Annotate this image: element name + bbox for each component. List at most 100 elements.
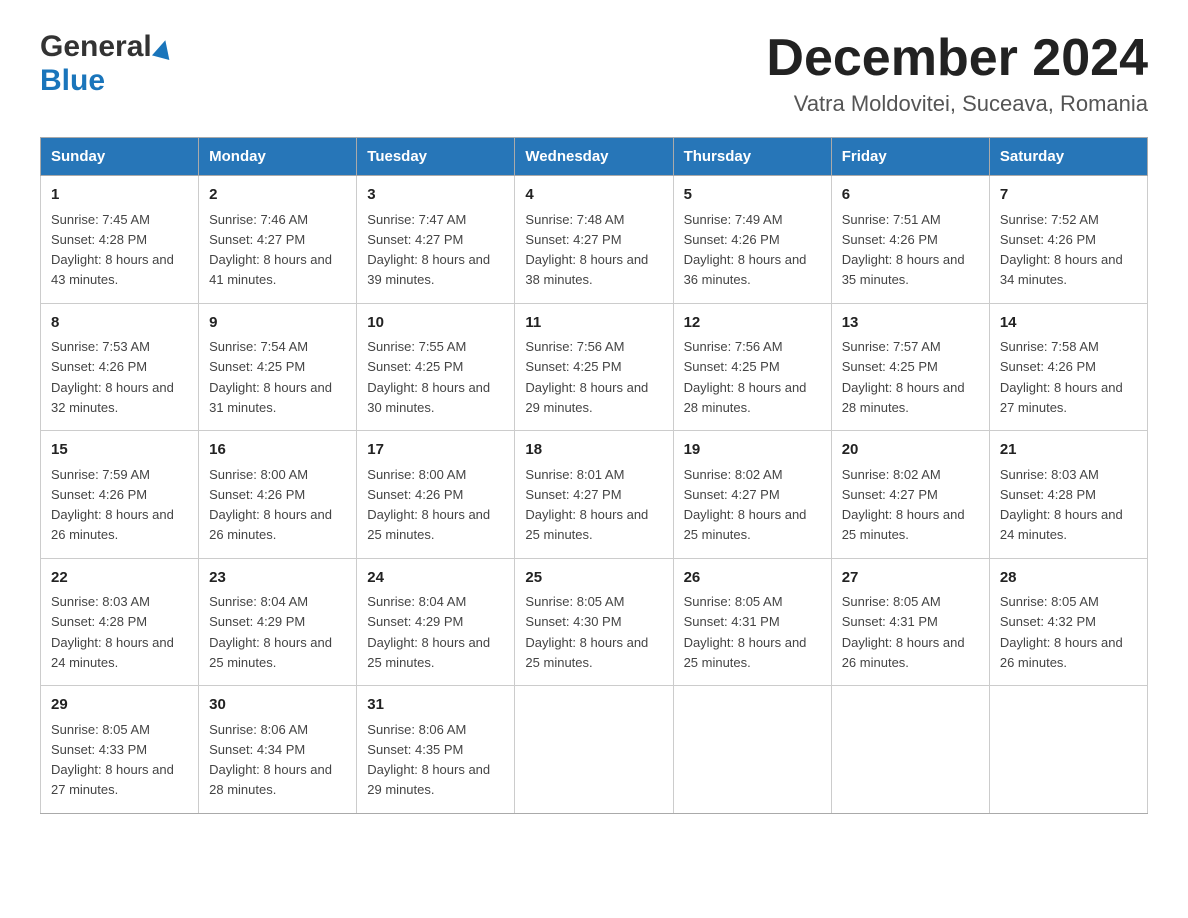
- day-info: Sunrise: 8:01 AMSunset: 4:27 PMDaylight:…: [525, 467, 648, 543]
- day-info: Sunrise: 7:53 AMSunset: 4:26 PMDaylight:…: [51, 339, 174, 415]
- logo: General Blue: [40, 30, 172, 98]
- day-number: 22: [51, 567, 188, 590]
- header-sunday: Sunday: [41, 138, 199, 176]
- table-row: 13 Sunrise: 7:57 AMSunset: 4:25 PMDaylig…: [831, 303, 989, 431]
- calendar-week-row: 8 Sunrise: 7:53 AMSunset: 4:26 PMDayligh…: [41, 303, 1148, 431]
- table-row: 4 Sunrise: 7:48 AMSunset: 4:27 PMDayligh…: [515, 176, 673, 304]
- day-info: Sunrise: 7:52 AMSunset: 4:26 PMDaylight:…: [1000, 212, 1123, 288]
- header-saturday: Saturday: [989, 138, 1147, 176]
- table-row: 1 Sunrise: 7:45 AMSunset: 4:28 PMDayligh…: [41, 176, 199, 304]
- day-info: Sunrise: 7:58 AMSunset: 4:26 PMDaylight:…: [1000, 339, 1123, 415]
- table-row: 15 Sunrise: 7:59 AMSunset: 4:26 PMDaylig…: [41, 431, 199, 559]
- day-info: Sunrise: 8:05 AMSunset: 4:31 PMDaylight:…: [842, 594, 965, 670]
- calendar-table: Sunday Monday Tuesday Wednesday Thursday…: [40, 137, 1148, 814]
- day-info: Sunrise: 8:00 AMSunset: 4:26 PMDaylight:…: [209, 467, 332, 543]
- table-row: 6 Sunrise: 7:51 AMSunset: 4:26 PMDayligh…: [831, 176, 989, 304]
- day-number: 15: [51, 439, 188, 462]
- day-info: Sunrise: 8:05 AMSunset: 4:32 PMDaylight:…: [1000, 594, 1123, 670]
- table-row: 19 Sunrise: 8:02 AMSunset: 4:27 PMDaylig…: [673, 431, 831, 559]
- logo-triangle-icon: [152, 38, 174, 60]
- table-row: 17 Sunrise: 8:00 AMSunset: 4:26 PMDaylig…: [357, 431, 515, 559]
- day-number: 12: [684, 312, 821, 335]
- calendar-week-row: 1 Sunrise: 7:45 AMSunset: 4:28 PMDayligh…: [41, 176, 1148, 304]
- table-row: 9 Sunrise: 7:54 AMSunset: 4:25 PMDayligh…: [199, 303, 357, 431]
- day-number: 1: [51, 184, 188, 207]
- calendar-week-row: 22 Sunrise: 8:03 AMSunset: 4:28 PMDaylig…: [41, 558, 1148, 686]
- title-section: December 2024 Vatra Moldovitei, Suceava,…: [766, 30, 1148, 117]
- day-number: 7: [1000, 184, 1137, 207]
- table-row: 23 Sunrise: 8:04 AMSunset: 4:29 PMDaylig…: [199, 558, 357, 686]
- day-number: 31: [367, 694, 504, 717]
- day-number: 13: [842, 312, 979, 335]
- table-row: 14 Sunrise: 7:58 AMSunset: 4:26 PMDaylig…: [989, 303, 1147, 431]
- day-number: 23: [209, 567, 346, 590]
- table-row: 31 Sunrise: 8:06 AMSunset: 4:35 PMDaylig…: [357, 686, 515, 814]
- table-row: 25 Sunrise: 8:05 AMSunset: 4:30 PMDaylig…: [515, 558, 673, 686]
- day-info: Sunrise: 8:03 AMSunset: 4:28 PMDaylight:…: [51, 594, 174, 670]
- day-number: 21: [1000, 439, 1137, 462]
- day-info: Sunrise: 8:04 AMSunset: 4:29 PMDaylight:…: [209, 594, 332, 670]
- day-info: Sunrise: 7:56 AMSunset: 4:25 PMDaylight:…: [525, 339, 648, 415]
- day-info: Sunrise: 7:54 AMSunset: 4:25 PMDaylight:…: [209, 339, 332, 415]
- day-info: Sunrise: 8:02 AMSunset: 4:27 PMDaylight:…: [842, 467, 965, 543]
- day-info: Sunrise: 7:55 AMSunset: 4:25 PMDaylight:…: [367, 339, 490, 415]
- day-number: 4: [525, 184, 662, 207]
- day-info: Sunrise: 7:46 AMSunset: 4:27 PMDaylight:…: [209, 212, 332, 288]
- calendar-header-row: Sunday Monday Tuesday Wednesday Thursday…: [41, 138, 1148, 176]
- day-info: Sunrise: 7:51 AMSunset: 4:26 PMDaylight:…: [842, 212, 965, 288]
- day-number: 20: [842, 439, 979, 462]
- table-row: 26 Sunrise: 8:05 AMSunset: 4:31 PMDaylig…: [673, 558, 831, 686]
- day-number: 19: [684, 439, 821, 462]
- table-row: 18 Sunrise: 8:01 AMSunset: 4:27 PMDaylig…: [515, 431, 673, 559]
- day-info: Sunrise: 8:06 AMSunset: 4:34 PMDaylight:…: [209, 722, 332, 798]
- day-number: 29: [51, 694, 188, 717]
- day-info: Sunrise: 7:45 AMSunset: 4:28 PMDaylight:…: [51, 212, 174, 288]
- table-row: 8 Sunrise: 7:53 AMSunset: 4:26 PMDayligh…: [41, 303, 199, 431]
- table-row: 7 Sunrise: 7:52 AMSunset: 4:26 PMDayligh…: [989, 176, 1147, 304]
- day-number: 17: [367, 439, 504, 462]
- table-row: 5 Sunrise: 7:49 AMSunset: 4:26 PMDayligh…: [673, 176, 831, 304]
- header-tuesday: Tuesday: [357, 138, 515, 176]
- day-number: 2: [209, 184, 346, 207]
- day-number: 25: [525, 567, 662, 590]
- day-info: Sunrise: 8:05 AMSunset: 4:31 PMDaylight:…: [684, 594, 807, 670]
- day-number: 18: [525, 439, 662, 462]
- day-info: Sunrise: 7:48 AMSunset: 4:27 PMDaylight:…: [525, 212, 648, 288]
- table-row: 21 Sunrise: 8:03 AMSunset: 4:28 PMDaylig…: [989, 431, 1147, 559]
- table-row: 3 Sunrise: 7:47 AMSunset: 4:27 PMDayligh…: [357, 176, 515, 304]
- table-row: 11 Sunrise: 7:56 AMSunset: 4:25 PMDaylig…: [515, 303, 673, 431]
- day-info: Sunrise: 8:05 AMSunset: 4:33 PMDaylight:…: [51, 722, 174, 798]
- day-info: Sunrise: 7:47 AMSunset: 4:27 PMDaylight:…: [367, 212, 490, 288]
- day-number: 11: [525, 312, 662, 335]
- table-row: 29 Sunrise: 8:05 AMSunset: 4:33 PMDaylig…: [41, 686, 199, 814]
- day-info: Sunrise: 7:59 AMSunset: 4:26 PMDaylight:…: [51, 467, 174, 543]
- table-row: 10 Sunrise: 7:55 AMSunset: 4:25 PMDaylig…: [357, 303, 515, 431]
- table-row: 28 Sunrise: 8:05 AMSunset: 4:32 PMDaylig…: [989, 558, 1147, 686]
- header-thursday: Thursday: [673, 138, 831, 176]
- day-info: Sunrise: 8:03 AMSunset: 4:28 PMDaylight:…: [1000, 467, 1123, 543]
- table-row: [673, 686, 831, 814]
- day-number: 16: [209, 439, 346, 462]
- table-row: 24 Sunrise: 8:04 AMSunset: 4:29 PMDaylig…: [357, 558, 515, 686]
- table-row: 30 Sunrise: 8:06 AMSunset: 4:34 PMDaylig…: [199, 686, 357, 814]
- day-number: 10: [367, 312, 504, 335]
- location-subtitle: Vatra Moldovitei, Suceava, Romania: [766, 91, 1148, 117]
- day-number: 9: [209, 312, 346, 335]
- table-row: 20 Sunrise: 8:02 AMSunset: 4:27 PMDaylig…: [831, 431, 989, 559]
- table-row: [989, 686, 1147, 814]
- day-number: 14: [1000, 312, 1137, 335]
- logo-general-text: General: [40, 30, 152, 64]
- page-header: General Blue December 2024 Vatra Moldovi…: [40, 30, 1148, 117]
- day-info: Sunrise: 7:56 AMSunset: 4:25 PMDaylight:…: [684, 339, 807, 415]
- day-number: 26: [684, 567, 821, 590]
- table-row: 12 Sunrise: 7:56 AMSunset: 4:25 PMDaylig…: [673, 303, 831, 431]
- day-number: 28: [1000, 567, 1137, 590]
- table-row: [831, 686, 989, 814]
- day-number: 5: [684, 184, 821, 207]
- day-info: Sunrise: 8:02 AMSunset: 4:27 PMDaylight:…: [684, 467, 807, 543]
- header-wednesday: Wednesday: [515, 138, 673, 176]
- table-row: 2 Sunrise: 7:46 AMSunset: 4:27 PMDayligh…: [199, 176, 357, 304]
- day-number: 24: [367, 567, 504, 590]
- day-info: Sunrise: 7:49 AMSunset: 4:26 PMDaylight:…: [684, 212, 807, 288]
- day-number: 3: [367, 184, 504, 207]
